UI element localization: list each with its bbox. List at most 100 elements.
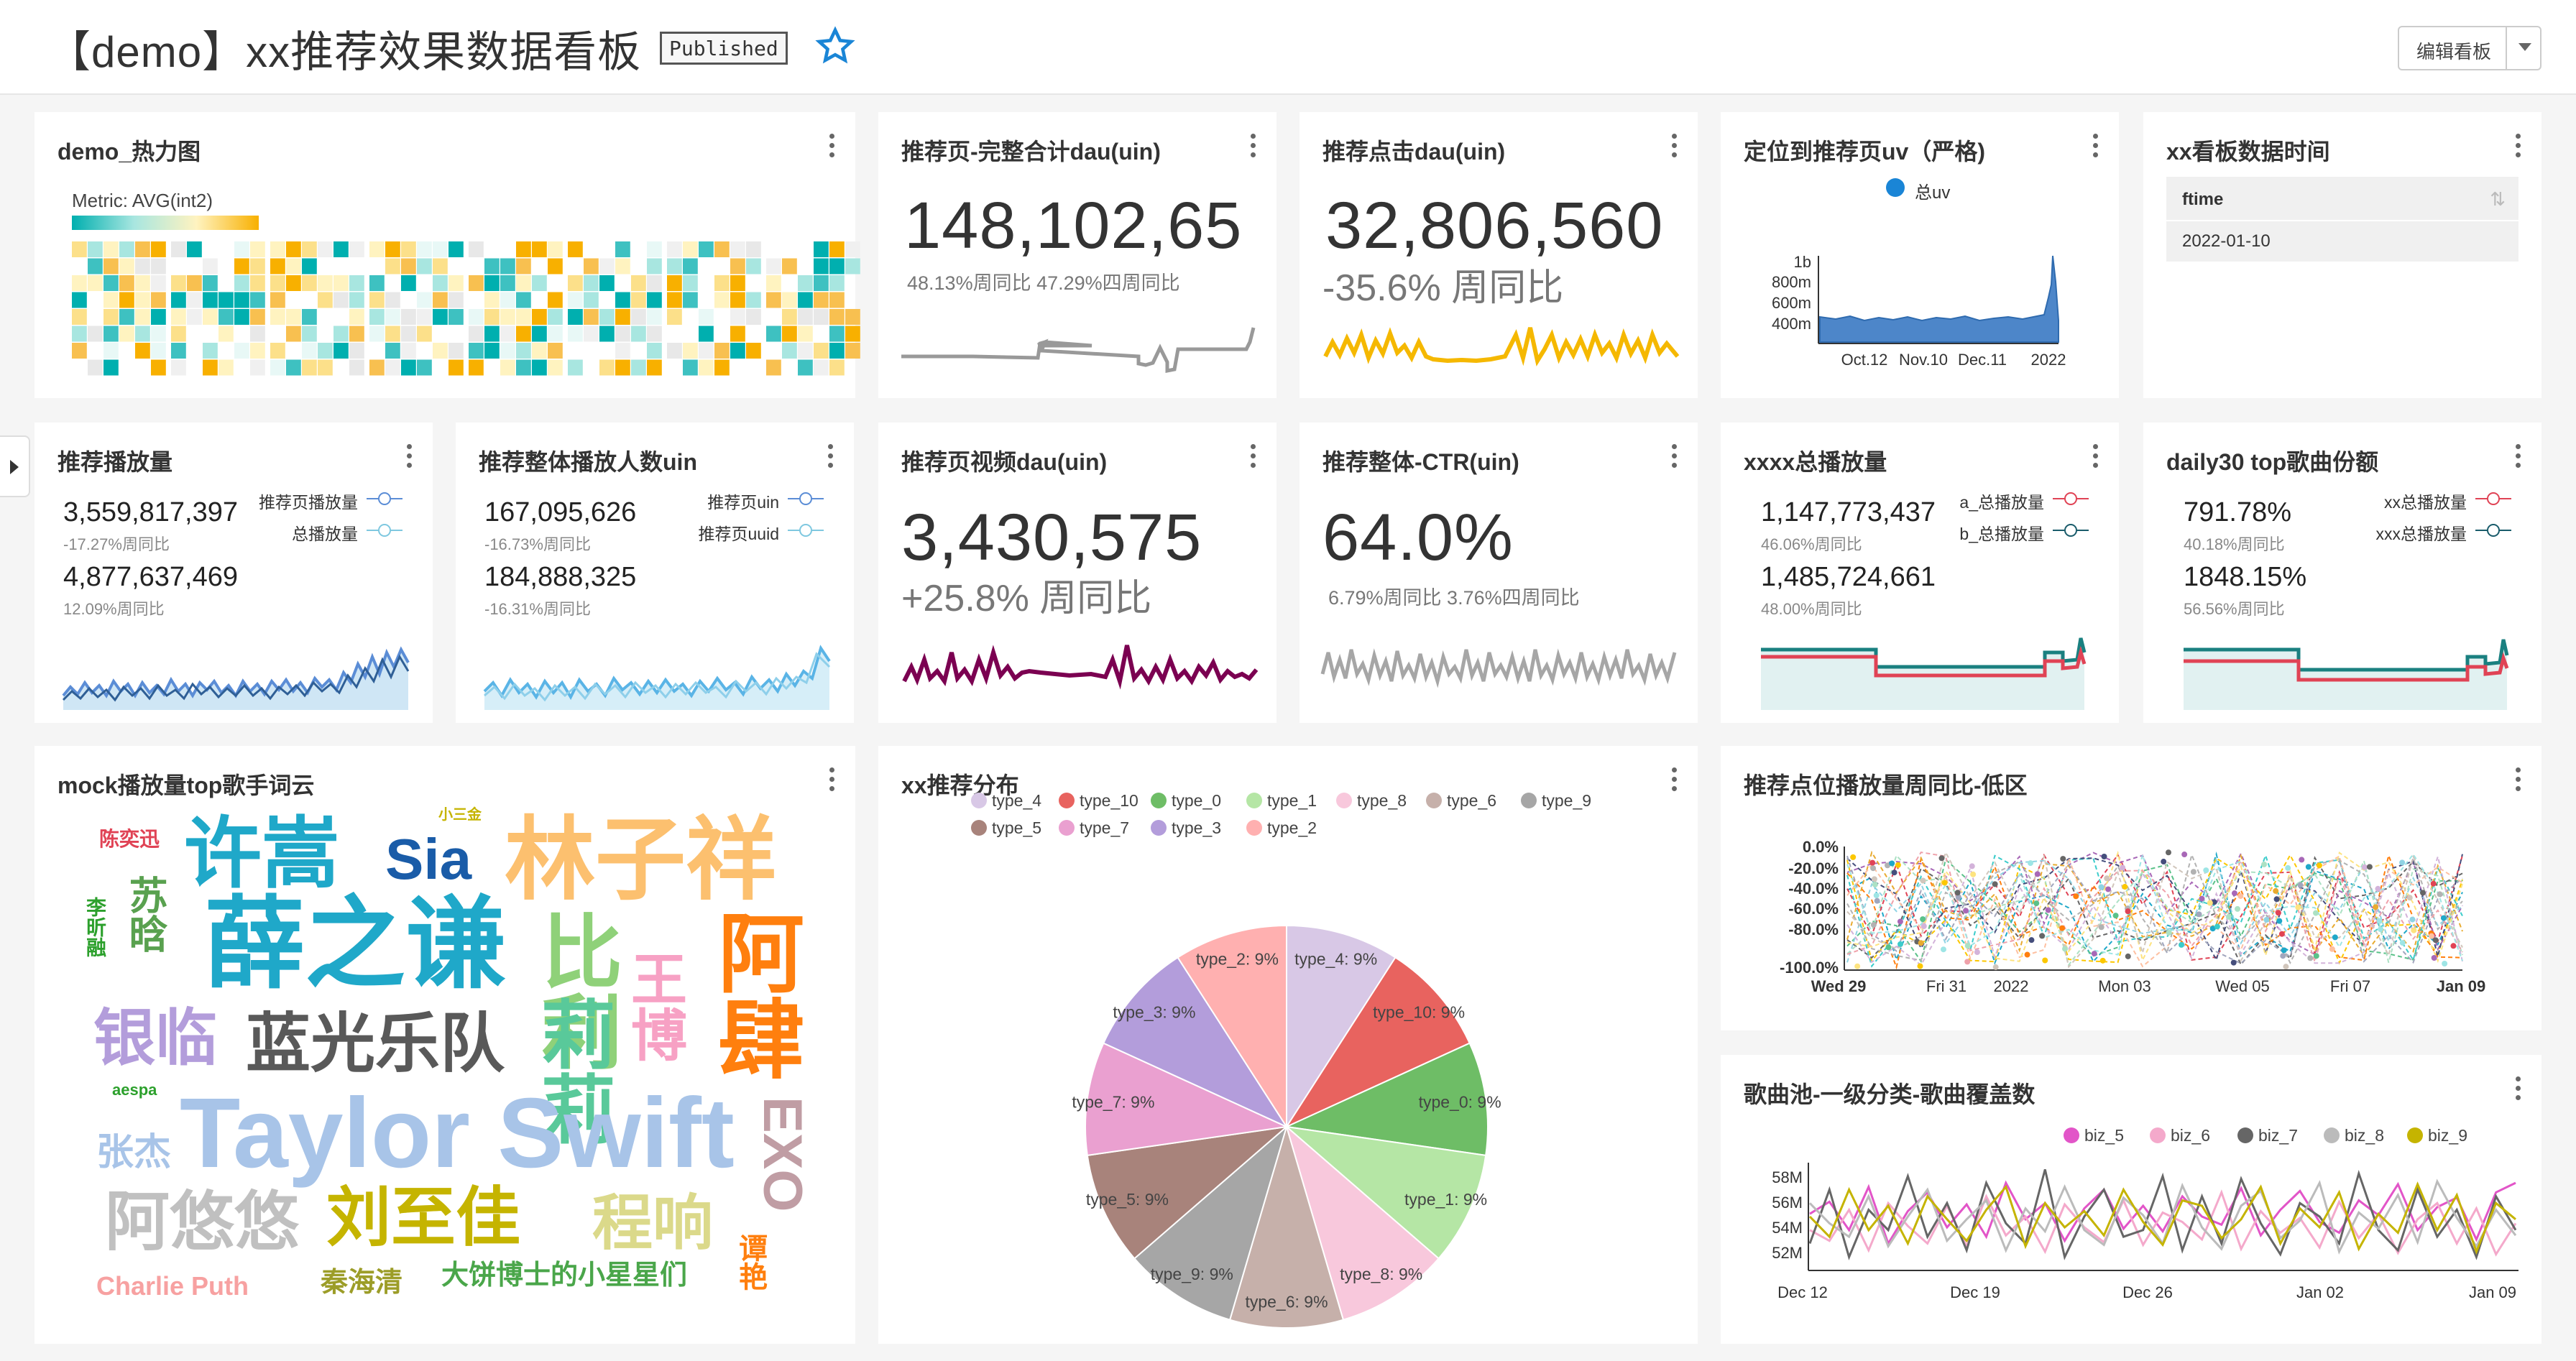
heatmap-cell [829,359,845,376]
heatmap-cell [548,343,563,359]
heatmap-cell [766,359,781,376]
heatmap-cell [599,359,615,376]
heatmap-cell [814,241,829,257]
heatmap-cell [385,359,400,376]
heatmap-cell [631,359,646,376]
heatmap-cell [647,343,662,359]
heatmap-cell [135,292,150,308]
heatmap-cell [88,359,103,376]
metric-pct-1: -17.27%周同比 [63,535,170,553]
heatmap-cell [568,292,583,308]
svg-text:type_10: type_10 [1080,791,1138,810]
card-title: demo_热力图 [58,139,201,165]
card-menu-icon[interactable] [1670,134,1678,160]
heatmap-cell [845,258,860,274]
heatmap-cell [532,326,547,342]
card-menu-icon[interactable] [1249,134,1256,160]
heatmap-cell [171,292,186,308]
heatmap-cell [782,292,797,308]
heatmap-cell [667,275,682,291]
svg-text:-20.0%: -20.0% [1788,859,1839,877]
card-menu-icon[interactable] [405,444,413,470]
kpi-sparkline [902,645,1259,690]
card-menu-icon[interactable] [2514,444,2521,470]
legend-label: biz_6 [2171,1126,2210,1145]
svg-text:Dec 12: Dec 12 [1777,1283,1828,1301]
heatmap-cell [699,326,714,342]
data-point [2235,905,2241,912]
heatmap-cell [631,309,646,325]
heatmap-cell [615,326,630,342]
card-menu-icon[interactable] [827,444,834,470]
heatmap-cell [218,292,234,308]
heatmap-cell [584,309,599,325]
heatmap-cell [548,292,563,308]
card-menu-icon[interactable] [1670,444,1678,470]
heatmap-cell [433,275,448,291]
card-title: 推荐播放量 [58,449,173,475]
legend-label-1: a_总播放量 [1959,493,2044,512]
sort-icon[interactable]: ⇅ [2490,188,2506,211]
data-point [2431,954,2437,961]
legend-label-1: 推荐页播放量 [259,493,358,512]
card-menu-icon[interactable] [1249,444,1256,470]
heatmap-grid [72,241,860,376]
heatmap-cell [798,343,813,359]
card-menu-icon[interactable] [2092,444,2099,470]
heatmap-cell [385,292,400,308]
heatmap-cell [532,241,547,257]
data-point [1920,916,1926,923]
data-point [2409,916,2416,923]
svg-text:52M: 52M [1772,1244,1803,1262]
x-axis-ticks: Oct.12 Nov.10 Dec.11 2022 [1841,351,2066,369]
favorite-star-icon[interactable] [815,26,855,66]
card-title: 推荐整体-CTR(uin) [1322,449,1519,475]
heatmap-cell [599,309,615,325]
card-menu-icon[interactable] [828,134,835,160]
data-point [1873,892,1880,899]
heatmap-cell [250,275,265,291]
heatmap-cell [798,275,813,291]
y-axis-ticks: 58M 56M 54M 52M [1772,1168,1803,1262]
edit-dashboard-button[interactable]: 编辑看板 [2398,26,2542,70]
heatmap-cell [72,309,87,325]
heatmap-cell [631,326,646,342]
heatmap-cell [349,343,364,359]
data-point [2275,910,2281,916]
data-point [2378,926,2384,933]
chevron-down-icon[interactable] [2518,43,2531,51]
data-point [1918,940,1924,946]
data-point [1869,859,1876,866]
heatmap-cell [72,292,87,308]
heatmap-cell [647,241,662,257]
heatmap-cell [234,258,249,274]
heatmap-cell [500,292,515,308]
data-point [1874,898,1880,904]
legend-label-2: b_总播放量 [1959,525,2044,543]
heatmap-cell [782,326,797,342]
heatmap-cell [302,258,317,274]
metric-value-1: 3,559,817,397 [63,497,239,527]
heatmap-cell [532,359,547,376]
data-point [2190,869,2196,875]
filter-panel-toggle[interactable] [0,435,30,497]
metric-value-2: 184,888,325 [484,562,637,592]
data-point [1917,963,1923,969]
column-header-ftime[interactable]: ftime [2182,190,2223,210]
heatmap-cell [845,241,860,257]
uv-area-card: 定位到推荐页uv（严格) 总uv 1b 800m 600m 400m Oct.1… [1721,112,2119,398]
heatmap-cell [814,309,829,325]
heatmap-cell [135,258,150,274]
heatmap-cell [349,309,364,325]
data-point [2278,931,2285,937]
heatmap-cell [532,309,547,325]
kpi-value: 64.0% [1322,501,1514,574]
heatmap-cell [798,292,813,308]
data-point [2125,908,2131,915]
card-menu-icon[interactable] [2514,134,2521,160]
heatmap-cell [782,258,797,274]
heatmap-cell [151,258,166,274]
data-point [2214,923,2220,930]
card-menu-icon[interactable] [828,767,835,793]
heatmap-cell [667,309,682,325]
